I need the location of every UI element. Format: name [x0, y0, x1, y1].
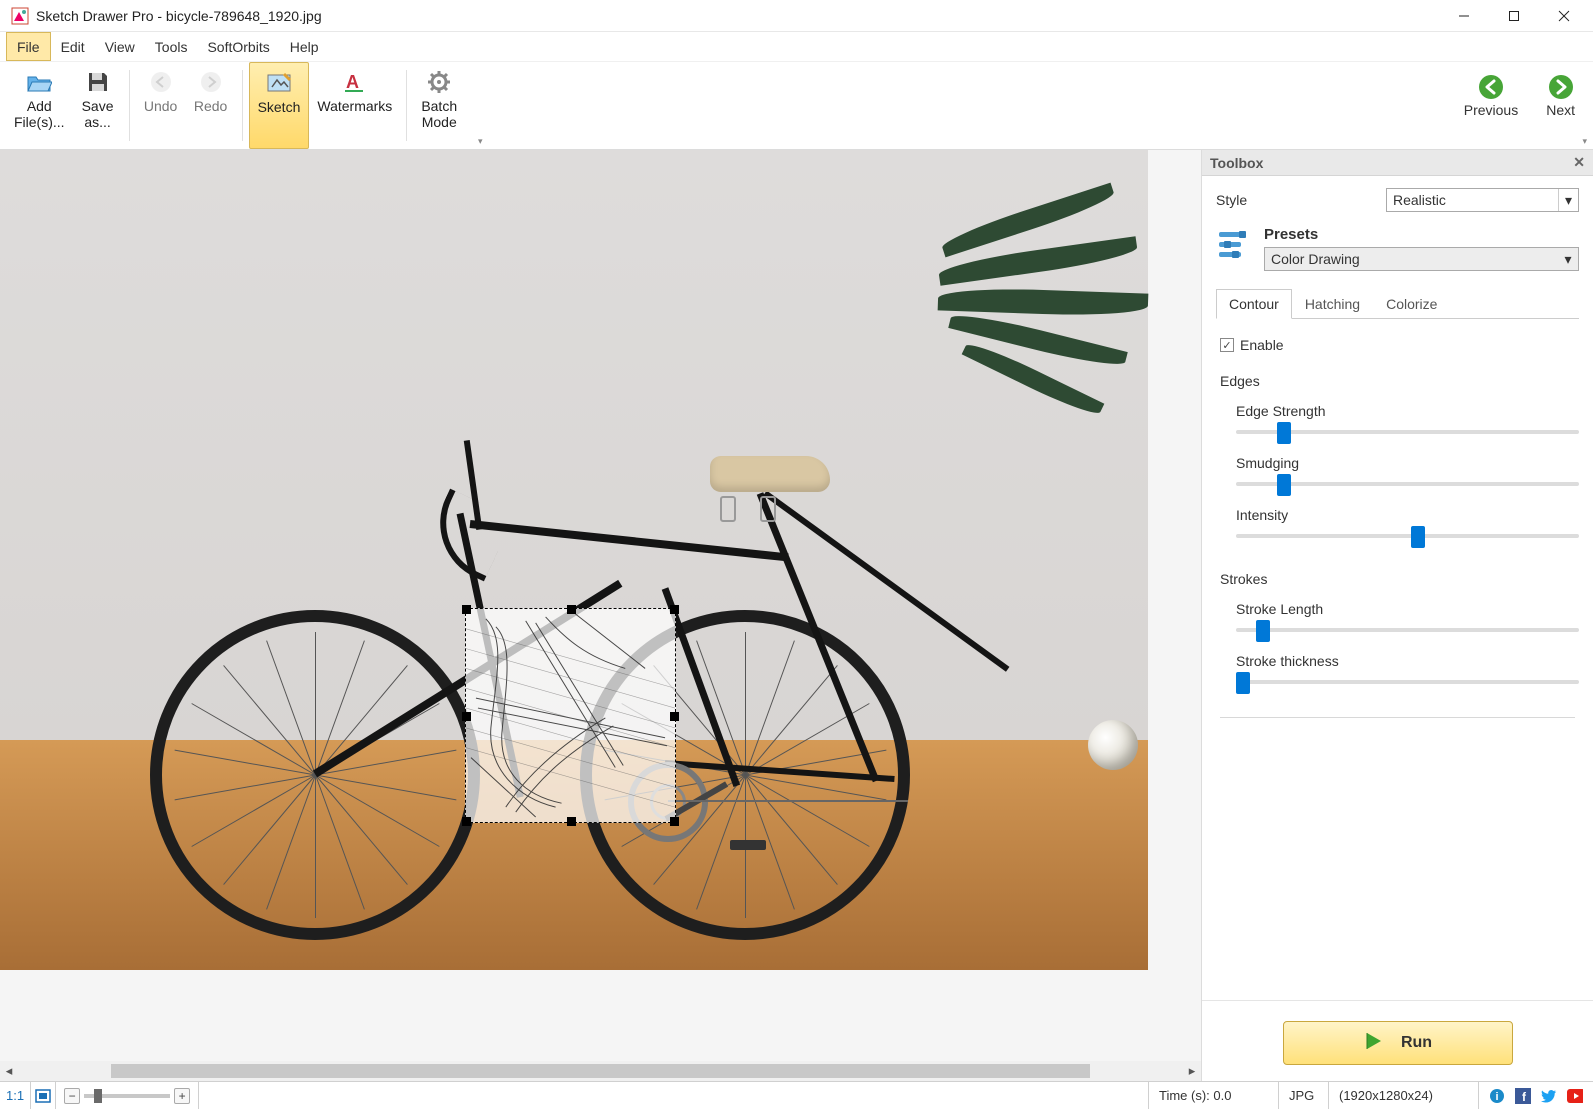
previous-label: Previous [1464, 102, 1518, 118]
edge-strength-label: Edge Strength [1236, 403, 1579, 419]
menu-view[interactable]: View [95, 32, 145, 61]
style-label: Style [1216, 192, 1376, 208]
zoom-ratio-label[interactable]: 1:1 [0, 1082, 31, 1109]
stroke-thickness-label: Stroke thickness [1236, 653, 1579, 669]
window-title: Sketch Drawer Pro - bicycle-789648_1920.… [36, 8, 1439, 24]
tab-contour[interactable]: Contour [1216, 289, 1292, 319]
arrow-right-icon [1548, 74, 1574, 100]
status-format: JPG [1279, 1082, 1329, 1109]
undo-button[interactable]: Undo [136, 62, 186, 149]
toolbox-title: Toolbox [1210, 155, 1263, 171]
enable-label: Enable [1240, 337, 1284, 353]
statusbar: 1:1 − + Time (s): 0.0 JPG (1920x1280x24)… [0, 1081, 1593, 1109]
sketch-button[interactable]: Sketch [249, 62, 310, 149]
menu-help[interactable]: Help [280, 32, 329, 61]
save-icon [84, 68, 112, 96]
folder-open-icon [25, 68, 53, 96]
edge-strength-slider[interactable] [1236, 423, 1579, 441]
close-button[interactable] [1539, 0, 1589, 32]
run-button[interactable]: Run [1283, 1021, 1513, 1065]
watermarks-button[interactable]: A Watermarks [309, 62, 400, 149]
strokes-section-label: Strokes [1220, 571, 1579, 587]
horizontal-scrollbar[interactable]: ◂ ▸ [0, 1061, 1201, 1081]
zoom-in-button[interactable]: + [174, 1088, 190, 1104]
toolbar: Add File(s)... Save as... Undo Redo Sket… [0, 62, 1593, 150]
selection-marquee[interactable] [465, 608, 676, 823]
zoom-out-button[interactable]: − [64, 1088, 80, 1104]
add-files-button[interactable]: Add File(s)... [6, 62, 73, 149]
main-area: ◂ ▸ Toolbox ✕ Style Realistic ▾ [0, 150, 1593, 1081]
youtube-icon[interactable] [1567, 1088, 1583, 1104]
titlebar: Sketch Drawer Pro - bicycle-789648_1920.… [0, 0, 1593, 32]
fit-screen-button[interactable] [31, 1082, 56, 1109]
toolbar-overflow-icon[interactable]: ▾ [478, 136, 483, 147]
toolbox-close-icon[interactable]: ✕ [1573, 154, 1585, 171]
menu-tools[interactable]: Tools [145, 32, 198, 61]
stroke-thickness-slider[interactable] [1236, 673, 1579, 691]
smudging-slider[interactable] [1236, 475, 1579, 493]
sketch-icon [265, 69, 293, 97]
edges-section-label: Edges [1220, 373, 1579, 389]
tab-colorize[interactable]: Colorize [1373, 289, 1450, 318]
intensity-label: Intensity [1236, 507, 1579, 523]
chevron-down-icon: ▾ [1558, 248, 1578, 270]
menu-file[interactable]: File [6, 32, 51, 61]
redo-button[interactable]: Redo [186, 62, 236, 149]
chevron-down-icon: ▾ [1558, 189, 1578, 211]
status-dimensions: (1920x1280x24) [1329, 1082, 1479, 1109]
app-icon [10, 6, 30, 26]
presets-icon [1216, 226, 1252, 262]
zoom-slider[interactable]: − + [56, 1082, 199, 1109]
arrow-left-icon [1478, 74, 1504, 100]
facebook-icon[interactable]: f [1515, 1088, 1531, 1104]
twitter-icon[interactable] [1541, 1088, 1557, 1104]
previous-button[interactable]: Previous [1464, 74, 1518, 118]
maximize-button[interactable] [1489, 0, 1539, 32]
play-icon [1363, 1030, 1385, 1057]
stroke-length-label: Stroke Length [1236, 601, 1579, 617]
toolbox-panel: Toolbox ✕ Style Realistic ▾ Presets Colo… [1201, 150, 1593, 1081]
gear-icon [425, 68, 453, 96]
toolbox-header: Toolbox ✕ [1202, 150, 1593, 176]
undo-icon [147, 68, 175, 96]
scroll-left-icon[interactable]: ◂ [0, 1062, 18, 1080]
presets-label: Presets [1264, 226, 1579, 243]
enable-checkbox[interactable] [1220, 338, 1234, 352]
save-as-button[interactable]: Save as... [73, 62, 123, 149]
svg-text:A: A [346, 72, 359, 92]
minimize-button[interactable] [1439, 0, 1489, 32]
redo-icon [197, 68, 225, 96]
smudging-label: Smudging [1236, 455, 1579, 471]
preset-select[interactable]: Color Drawing ▾ [1264, 247, 1579, 271]
style-select[interactable]: Realistic ▾ [1386, 188, 1579, 212]
menu-edit[interactable]: Edit [51, 32, 95, 61]
scroll-right-icon[interactable]: ▸ [1183, 1062, 1201, 1080]
svg-text:i: i [1495, 1091, 1498, 1103]
nav-overflow-icon[interactable]: ▾ [1582, 136, 1587, 147]
tabs: Contour Hatching Colorize [1216, 289, 1579, 319]
status-social-icons: i f [1479, 1082, 1593, 1109]
watermark-icon: A [341, 68, 369, 96]
window-controls [1439, 0, 1589, 32]
info-icon[interactable]: i [1489, 1088, 1505, 1104]
next-label: Next [1546, 102, 1575, 118]
intensity-slider[interactable] [1236, 527, 1579, 545]
menu-softorbits[interactable]: SoftOrbits [197, 32, 279, 61]
image-canvas [0, 150, 1148, 970]
stroke-length-slider[interactable] [1236, 621, 1579, 639]
canvas-area: ◂ ▸ [0, 150, 1201, 1081]
menubar: File Edit View Tools SoftOrbits Help [0, 32, 1593, 62]
next-button[interactable]: Next [1546, 74, 1575, 118]
status-time: Time (s): 0.0 [1149, 1082, 1279, 1109]
tab-hatching[interactable]: Hatching [1292, 289, 1373, 318]
batch-mode-button[interactable]: Batch Mode [413, 62, 465, 149]
canvas-viewport[interactable] [0, 150, 1201, 1061]
